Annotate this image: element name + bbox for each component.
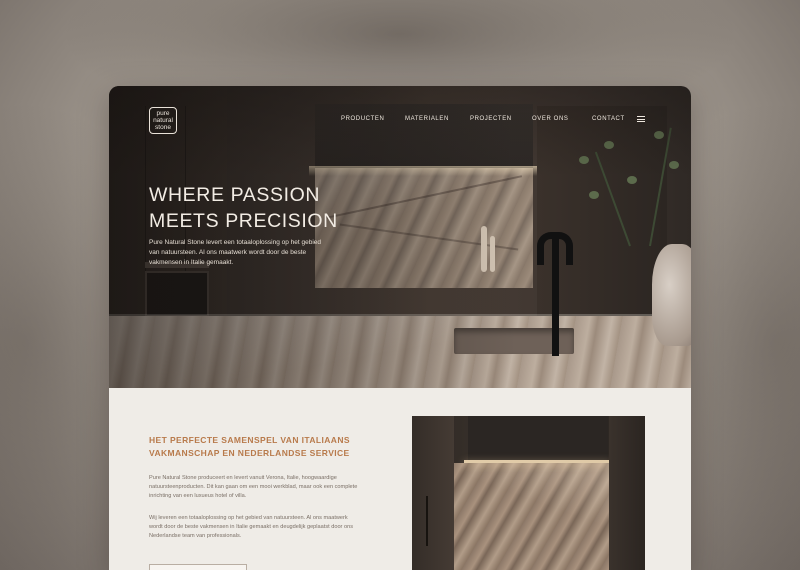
hamburger-icon[interactable]: [637, 116, 645, 122]
nav-item-materialen[interactable]: MATERIALEN: [405, 116, 449, 122]
intro-section: HET PERFECTE SAMENSPEL VAN ITALIAANS VAK…: [109, 388, 691, 570]
nav-item-projecten[interactable]: PROJECTEN: [470, 116, 512, 122]
nav-item-over-ons[interactable]: OVER ONS: [532, 116, 568, 122]
logo-word: natural: [153, 117, 173, 124]
photo-cabinet: [412, 416, 454, 570]
nav-item-producten[interactable]: PRODUCTEN: [341, 116, 384, 122]
photo-hood: [468, 416, 608, 460]
intro-heading: HET PERFECTE SAMENSPEL VAN ITALIAANS VAK…: [149, 435, 350, 458]
hero-overlay: [109, 86, 691, 388]
headline-line: WHERE PASSION: [149, 184, 321, 206]
intro-button[interactable]: [149, 564, 247, 570]
photo-marble: [454, 463, 609, 570]
hero-section: pure natural stone PRODUCTEN MATERIALEN …: [109, 86, 691, 388]
hero-description: Pure Natural Stone levert een totaaloplo…: [149, 239, 322, 266]
photo-led: [464, 460, 610, 463]
logo-word: pure: [156, 110, 170, 117]
intro-paragraph: Pure Natural Stone produceert en levert …: [149, 475, 358, 499]
hero-headline: WHERE PASSION MEETS PRECISION: [149, 182, 409, 234]
site-logo[interactable]: pure natural stone: [149, 107, 177, 134]
intro-paragraph: Wij leveren een totaaloplossing op het g…: [149, 515, 353, 539]
nav-item-contact[interactable]: CONTACT: [592, 116, 625, 122]
kitchen-photo: [412, 416, 645, 570]
browser-window: pure natural stone PRODUCTEN MATERIALEN …: [109, 86, 691, 570]
logo-word: stone: [155, 124, 171, 131]
headline-line: MEETS PRECISION: [149, 210, 338, 232]
photo-cabinet: [609, 416, 645, 570]
photo-handle: [426, 496, 428, 546]
